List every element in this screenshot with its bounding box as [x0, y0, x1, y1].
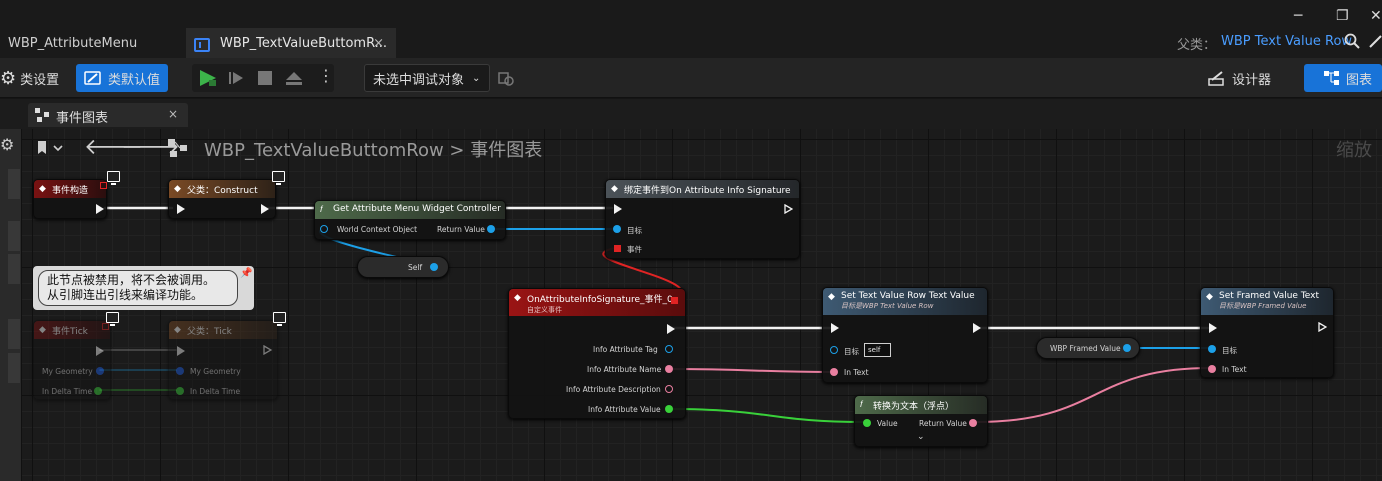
- info-attribute-tag-label: Info Attribute Tag: [593, 345, 658, 354]
- float-wire: [669, 408, 865, 423]
- exec-in-pin[interactable]: [614, 204, 622, 214]
- pin-icon[interactable]: 📌: [240, 268, 252, 279]
- my-geometry-pin[interactable]: [176, 367, 184, 375]
- exec-out-pin[interactable]: [96, 204, 104, 214]
- value-pin[interactable]: [863, 419, 871, 427]
- my-geometry-label: My Geometry: [190, 367, 241, 376]
- text-wire: [669, 368, 832, 373]
- info-attribute-tag-pin[interactable]: [665, 345, 673, 353]
- in-text-pin[interactable]: [830, 368, 838, 376]
- event-label: 事件: [627, 245, 642, 254]
- exec-out-pin[interactable]: [1318, 322, 1327, 332]
- target-pin[interactable]: [1208, 345, 1216, 353]
- exec-in-pin[interactable]: [177, 204, 185, 214]
- in-delta-time-label: In Delta Time: [190, 387, 241, 396]
- target-self-input[interactable]: self: [864, 343, 891, 357]
- function-icon: 𝑓: [320, 205, 323, 215]
- target-label: 目标: [1222, 346, 1237, 355]
- world-context-pin[interactable]: [320, 225, 328, 233]
- exec-in-pin[interactable]: [1209, 323, 1217, 333]
- event-icon: ◆: [514, 293, 521, 303]
- exec-out-pin[interactable]: [96, 346, 104, 356]
- client-server-icon: [272, 171, 285, 185]
- exec-out-pin[interactable]: [667, 324, 675, 334]
- in-text-label: In Text: [1222, 365, 1247, 374]
- return-value-pin[interactable]: [969, 419, 977, 427]
- return-value-pin[interactable]: [487, 225, 495, 233]
- my-geometry-pin[interactable]: [96, 367, 104, 375]
- convert-float-to-text-node[interactable]: 𝑓 转换为文本（浮点） Value Return Value ⌄: [854, 395, 988, 447]
- event-delegate-pin[interactable]: [614, 245, 621, 252]
- self-pin[interactable]: [430, 263, 438, 271]
- set-framed-value-text-node[interactable]: ◆ Set Framed Value Text 目标是WBP Framed Va…: [1200, 287, 1334, 378]
- info-attribute-description-label: Info Attribute Description: [566, 385, 661, 394]
- target-pin[interactable]: [613, 225, 621, 233]
- expand-chevron-icon[interactable]: ⌄: [917, 432, 925, 442]
- delegate-pin[interactable]: [100, 182, 107, 189]
- in-delta-time-pin[interactable]: [176, 387, 184, 395]
- info-attribute-value-pin[interactable]: [665, 405, 673, 413]
- event-dispatcher-icon: ◆: [611, 184, 618, 194]
- exec-out-pin[interactable]: [784, 204, 793, 214]
- framed-value-label: WBP Framed Value: [1050, 344, 1121, 353]
- parent-tick-node[interactable]: ◆ 父类：Tick My Geometry In Delta Time: [168, 320, 278, 400]
- target-label: 目标: [844, 347, 859, 356]
- return-value-label: Return Value: [437, 225, 485, 234]
- self-label: Self: [408, 263, 423, 272]
- delegate-pin[interactable]: [671, 297, 678, 304]
- custom-event-node[interactable]: ◆ OnAttributeInfoSignature_事件_0 自定义事件 In…: [508, 288, 686, 419]
- target-label: 目标: [627, 226, 642, 235]
- client-server-icon: [106, 312, 119, 326]
- client-server-icon: [107, 171, 120, 185]
- in-text-label: In Text: [844, 368, 869, 377]
- value-label: Value: [877, 419, 898, 428]
- my-geometry-label: My Geometry: [42, 367, 93, 376]
- event-icon: ◆: [39, 325, 46, 335]
- exec-in-pin[interactable]: [177, 346, 185, 356]
- exec-out-pin[interactable]: [973, 323, 981, 333]
- event-icon: ◆: [39, 184, 46, 194]
- setter-icon: ◆: [828, 292, 835, 302]
- self-node[interactable]: Self: [357, 256, 449, 278]
- comment-bubble: 此节点被禁用，将不会被调用。 从引脚连出引线来编译功能。: [38, 270, 238, 306]
- framed-value-variable-node[interactable]: WBP Framed Value: [1036, 337, 1140, 359]
- info-attribute-description-pin[interactable]: [665, 385, 673, 393]
- exec-out-pin[interactable]: [261, 204, 269, 214]
- function-icon: 𝑓: [860, 400, 863, 410]
- disabled-node-comment: 此节点被禁用，将不会被调用。 从引脚连出引线来编译功能。 📌: [33, 266, 254, 310]
- text-wire: [975, 367, 1211, 423]
- client-server-icon: [273, 312, 286, 326]
- function-icon: ◆: [174, 184, 181, 194]
- in-delta-time-label: In Delta Time: [42, 387, 93, 396]
- in-delta-time-pin[interactable]: [94, 387, 102, 395]
- info-attribute-name-label: Info Attribute Name: [587, 365, 662, 374]
- function-icon: ◆: [174, 325, 181, 335]
- set-text-value-row-node[interactable]: ◆ Set Text Value Row Text Value 目标是WBP T…: [822, 287, 988, 383]
- return-value-label: Return Value: [919, 419, 967, 428]
- bind-event-node[interactable]: ◆ 绑定事件到On Attribute Info Signature 目标 事件: [605, 179, 800, 259]
- setter-icon: ◆: [1206, 292, 1213, 302]
- info-attribute-value-label: Info Attribute Value: [588, 405, 661, 414]
- exec-in-pin[interactable]: [831, 323, 839, 333]
- event-tick-node[interactable]: ◆ 事件Tick My Geometry In Delta Time: [33, 320, 111, 400]
- world-context-label: World Context Object: [337, 225, 418, 234]
- get-attribute-menu-widget-controller-node[interactable]: 𝑓 Get Attribute Menu Widget Controller Wo…: [314, 200, 506, 240]
- delegate-pin[interactable]: [102, 323, 109, 330]
- exec-out-pin[interactable]: [263, 345, 272, 355]
- framed-value-pin[interactable]: [1123, 344, 1131, 352]
- parent-construct-node[interactable]: ◆ 父类：Construct: [168, 179, 276, 219]
- in-text-pin[interactable]: [1208, 365, 1216, 373]
- event-construct-node[interactable]: ◆ 事件构造: [33, 179, 107, 219]
- info-attribute-name-pin[interactable]: [665, 365, 673, 373]
- target-pin[interactable]: [830, 346, 838, 354]
